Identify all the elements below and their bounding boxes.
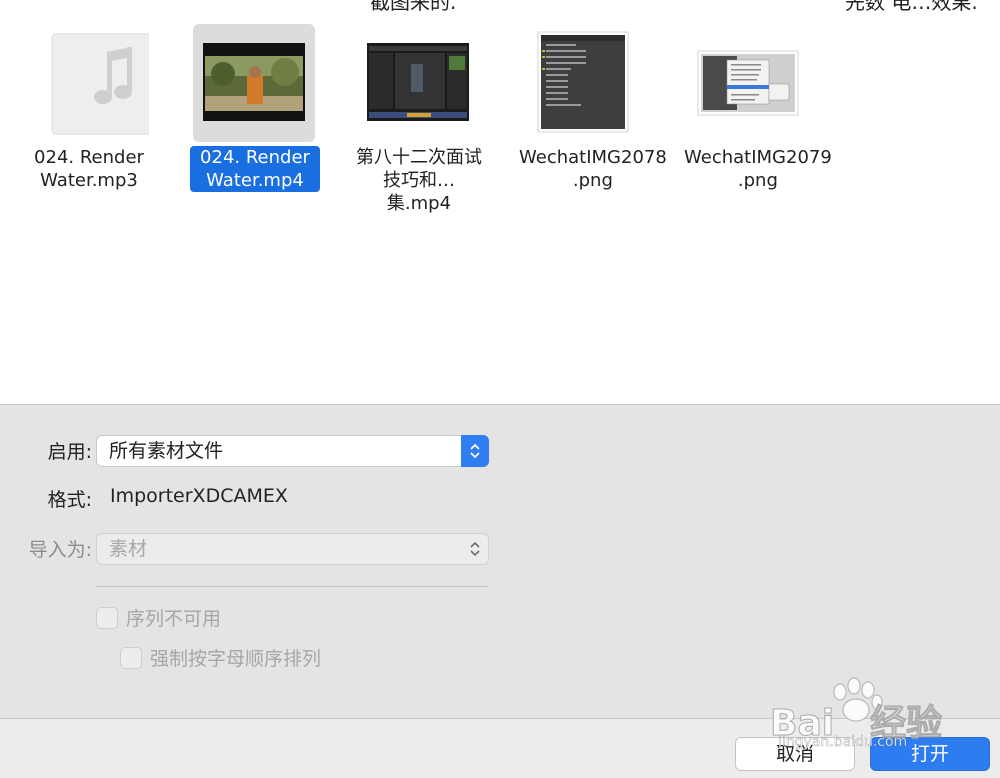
sequence-unavailable-checkbox[interactable] xyxy=(96,606,118,629)
file-name: WechatIMG2078 .png xyxy=(519,147,667,191)
file-thumbnail xyxy=(522,24,644,142)
video-thumbnail-icon xyxy=(203,43,305,121)
file-thumbnail xyxy=(357,24,479,142)
options-divider xyxy=(96,586,489,587)
format-value: ImporterXDCAMEX xyxy=(110,485,288,507)
format-label: 格式: xyxy=(47,489,92,511)
menu-screenshot-thumbnail-icon xyxy=(697,50,799,116)
file-thumbnail xyxy=(687,24,809,142)
popup-stepper-icon xyxy=(461,533,489,565)
import-as-popup[interactable]: 素材 xyxy=(96,533,489,565)
enable-popup-value: 所有素材文件 xyxy=(109,440,224,462)
force-alphabetical-checkbox-row[interactable]: 强制按字母顺序排列 xyxy=(120,644,321,671)
import-as-popup-value: 素材 xyxy=(109,538,148,560)
file-thumbnail xyxy=(193,24,315,142)
popup-stepper-icon xyxy=(461,435,489,467)
open-button[interactable]: 打开 xyxy=(870,737,990,771)
cancel-button[interactable]: 取消 xyxy=(735,737,855,771)
force-alphabetical-checkbox[interactable] xyxy=(120,646,142,669)
clipped-filename-left: 截图来的. xyxy=(370,0,457,14)
dialog-button-bar: 取消 打开 xyxy=(0,718,1000,778)
file-browser[interactable]: 截图来的. 先数 电…效果. 024. Render Water.mp3 024… xyxy=(0,0,1000,404)
audio-file-icon xyxy=(51,33,153,135)
panel-screenshot-thumbnail-icon xyxy=(537,31,629,133)
sequence-unavailable-label: 序列不可用 xyxy=(126,608,222,630)
file-name: WechatIMG2079 .png xyxy=(684,147,832,191)
sequence-unavailable-checkbox-row[interactable]: 序列不可用 xyxy=(96,604,221,631)
import-options-panel: 启用: 所有素材文件 格式: ImporterXDCAMEX 导入为: 素材 序… xyxy=(0,404,1000,718)
enable-popup[interactable]: 所有素材文件 xyxy=(96,435,489,467)
import-as-label: 导入为: xyxy=(28,539,92,561)
file-name: 024. Render Water.mp3 xyxy=(34,147,144,191)
screen-recording-thumbnail-icon xyxy=(367,43,469,121)
enable-label: 启用: xyxy=(47,441,92,463)
file-name: 第八十二次面试 技巧和…集.mp4 xyxy=(356,147,482,214)
force-alphabetical-label: 强制按字母顺序排列 xyxy=(150,648,322,670)
clipped-filename-right: 先数 电…效果. xyxy=(845,0,978,14)
file-name: 024. Render Water.mp4 xyxy=(180,146,330,192)
file-thumbnail xyxy=(27,24,153,142)
